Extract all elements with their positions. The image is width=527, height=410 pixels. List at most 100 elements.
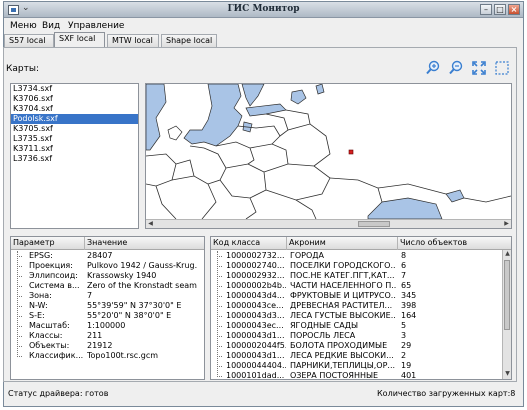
param-name: Объекты:	[29, 341, 70, 350]
zoom-out-icon[interactable]	[448, 60, 464, 76]
table-row[interactable]: EPSG: 28407	[11, 251, 204, 261]
param-name: Классифик...	[29, 351, 84, 360]
class-count: 65	[401, 281, 412, 290]
selected-map-marker	[348, 149, 354, 155]
table-row[interactable]: Система в... Zero of the Kronstadt seam..…	[11, 281, 204, 291]
table-row[interactable]: 10000002b4b... ЧАСТИ НАСЕЛЕННОГО П... 65	[211, 281, 511, 291]
scrollbar-thumb[interactable]	[504, 260, 510, 330]
table-row[interactable]: 10000043ec... ЯГОДНЫЕ САДЫ 5	[211, 321, 511, 331]
class-count: 19	[401, 361, 412, 370]
class-code: 10000043ec...	[226, 321, 284, 330]
table-row[interactable]: 1000002932... ПОС.НЕ КАТЕГ.ПГТ,КАТ... 7	[211, 271, 511, 281]
param-value: Krassowsky 1940	[87, 271, 157, 280]
fit-extent-icon[interactable]	[471, 60, 487, 76]
column-header-class-code[interactable]: Код класса	[211, 237, 287, 250]
list-item[interactable]: K3704.sxf	[11, 104, 138, 114]
param-name: Эллипсоид:	[29, 271, 78, 280]
table-row[interactable]: 10000044404... ПАРНИКИ,ТЕПЛИЦЫ,ОР... 19	[211, 361, 511, 371]
param-value: Pulkovo 1942 / Gauss-Krug...	[87, 261, 197, 270]
table-row[interactable]: Зона: 7	[11, 291, 204, 301]
tab-mtw-local[interactable]: MTW local	[107, 34, 159, 47]
param-name: Масштаб:	[29, 321, 70, 330]
column-header-value[interactable]: Значение	[85, 237, 204, 250]
class-acronym: ПОРОСЛЬ ЛЕСА	[290, 331, 356, 340]
scroll-down-icon[interactable]: ▼	[503, 370, 511, 378]
tab-s57-local[interactable]: S57 local	[4, 34, 54, 47]
list-item[interactable]: L3734.sxf	[11, 84, 138, 94]
class-code: 10000044404...	[226, 361, 286, 370]
class-code: 1000002044f5...	[226, 341, 286, 350]
class-code: 10000043d1...	[226, 351, 285, 360]
select-region-icon[interactable]	[494, 60, 510, 76]
title-bar[interactable]: ⌄ ГИС Монитор – □ ×	[4, 2, 523, 18]
classes-vertical-scrollbar[interactable]: ▲ ▼	[502, 250, 511, 379]
table-row[interactable]: Проекция: Pulkovo 1942 / Gauss-Krug...	[11, 261, 204, 271]
scrollbar-thumb[interactable]	[358, 221, 390, 227]
menu-bar: Меню Вид Управление	[4, 18, 523, 33]
table-row[interactable]: 10000043ce... ДРЕВЕСНАЯ РАСТИТЕЛ... 398	[211, 301, 511, 311]
table-row[interactable]: Эллипсоид: Krassowsky 1940	[11, 271, 204, 281]
menu-control[interactable]: Управление	[68, 21, 124, 31]
scroll-left-icon[interactable]: ◀	[146, 220, 155, 228]
column-header-acronym[interactable]: Акроним	[287, 237, 398, 250]
column-header-object-count[interactable]: Число объектов	[398, 237, 504, 250]
menu-main[interactable]: Меню	[10, 21, 37, 31]
list-item[interactable]: K3711.sxf	[11, 144, 138, 154]
tab-sxf-local[interactable]: SXF local	[54, 32, 105, 47]
list-item[interactable]: K3706.sxf	[11, 94, 138, 104]
properties-table[interactable]: Параметр Значение EPSG: 28407 Проекция: Pu…	[10, 236, 205, 380]
maps-list[interactable]: L3734.sxf K3706.sxf K3704.sxf Podolsk.sx…	[10, 83, 139, 229]
table-row[interactable]: 1000002740... ПОСЕЛКИ ГОРОДСКОГО... 6	[211, 261, 511, 271]
class-code: 10000043d4...	[226, 291, 285, 300]
class-acronym: ПОСЕЛКИ ГОРОДСКОГО...	[290, 261, 396, 270]
class-count: 164	[401, 311, 417, 320]
close-button[interactable]: ×	[508, 4, 520, 15]
list-item[interactable]: L3735.sxf	[11, 134, 138, 144]
table-row[interactable]: 10000043d4... ФРУКТОВЫЕ И ЦИТРУСО... 345	[211, 291, 511, 301]
table-row[interactable]: Масштаб: 1:100000	[11, 321, 204, 331]
list-item-selected[interactable]: Podolsk.sxf	[11, 114, 138, 124]
class-count: 8	[401, 251, 407, 260]
table-row[interactable]: 10000043d1... ПОРОСЛЬ ЛЕСА 3	[211, 331, 511, 341]
class-acronym: ПАРНИКИ,ТЕПЛИЦЫ,ОР...	[290, 361, 396, 370]
table-row[interactable]: Объекты: 21912	[11, 341, 204, 351]
class-acronym: ДРЕВЕСНАЯ РАСТИТЕЛ...	[290, 301, 393, 310]
map-canvas[interactable]	[146, 84, 511, 220]
column-header-parameter[interactable]: Параметр	[11, 237, 85, 250]
table-row[interactable]: 1000002732... ГОРОДА 8	[211, 251, 511, 261]
class-count: 2	[401, 351, 407, 360]
minimize-button[interactable]: –	[480, 4, 492, 15]
map-view[interactable]: ◀ ▶	[145, 83, 512, 229]
table-row[interactable]: N-W: 55°39'59" N 37°30'0" E	[11, 301, 204, 311]
scroll-up-icon[interactable]: ▲	[503, 250, 511, 258]
param-name: Классы:	[29, 331, 63, 340]
table-row[interactable]: Классы: 211	[11, 331, 204, 341]
table-row[interactable]: 10000043d3... ЛЕСА ГУСТЫЕ ВЫСОКИЕ... 164	[211, 311, 511, 321]
class-count: 345	[401, 291, 417, 300]
class-count: 29	[401, 341, 412, 350]
list-item[interactable]: L3736.sxf	[11, 154, 138, 164]
table-row[interactable]: S-E: 55°20'0" N 38°0'0" E	[11, 311, 204, 321]
table-row[interactable]: Классифик... Topo100t.rsc.gcm	[11, 351, 204, 361]
maximize-button[interactable]: □	[494, 4, 506, 15]
class-count: 398	[401, 301, 417, 310]
scroll-right-icon[interactable]: ▶	[502, 220, 511, 228]
map-horizontal-scrollbar[interactable]: ◀ ▶	[146, 219, 511, 228]
class-code: 10000043d1...	[226, 331, 285, 340]
param-name: Система в...	[29, 281, 80, 290]
class-acronym: ЯГОДНЫЕ САДЫ	[290, 321, 359, 330]
class-acronym: ПОС.НЕ КАТЕГ.ПГТ,КАТ...	[290, 271, 395, 280]
menu-view[interactable]: Вид	[42, 21, 60, 31]
tab-shape-local[interactable]: Shape local	[161, 34, 217, 47]
table-row[interactable]: 1000101dad... ОЗЕРА ПОСТОЯННЫЕ 401	[211, 371, 511, 379]
list-item[interactable]: K3705.sxf	[11, 124, 138, 134]
param-value: 28407	[87, 251, 113, 260]
class-acronym: ЛЕСА РЕДКИЕ ВЫСОКИ...	[290, 351, 394, 360]
param-value: 1:100000	[87, 321, 126, 330]
param-value: 211	[87, 331, 103, 340]
classes-table[interactable]: Код класса Акроним Число объектов 100000…	[210, 236, 512, 380]
zoom-in-icon[interactable]	[425, 60, 441, 76]
table-row[interactable]: 1000002044f5... БОЛОТА ПРОХОДИМЫЕ 29	[211, 341, 511, 351]
class-acronym: БОЛОТА ПРОХОДИМЫЕ	[290, 341, 388, 350]
table-row[interactable]: 10000043d1... ЛЕСА РЕДКИЕ ВЫСОКИ... 2	[211, 351, 511, 361]
